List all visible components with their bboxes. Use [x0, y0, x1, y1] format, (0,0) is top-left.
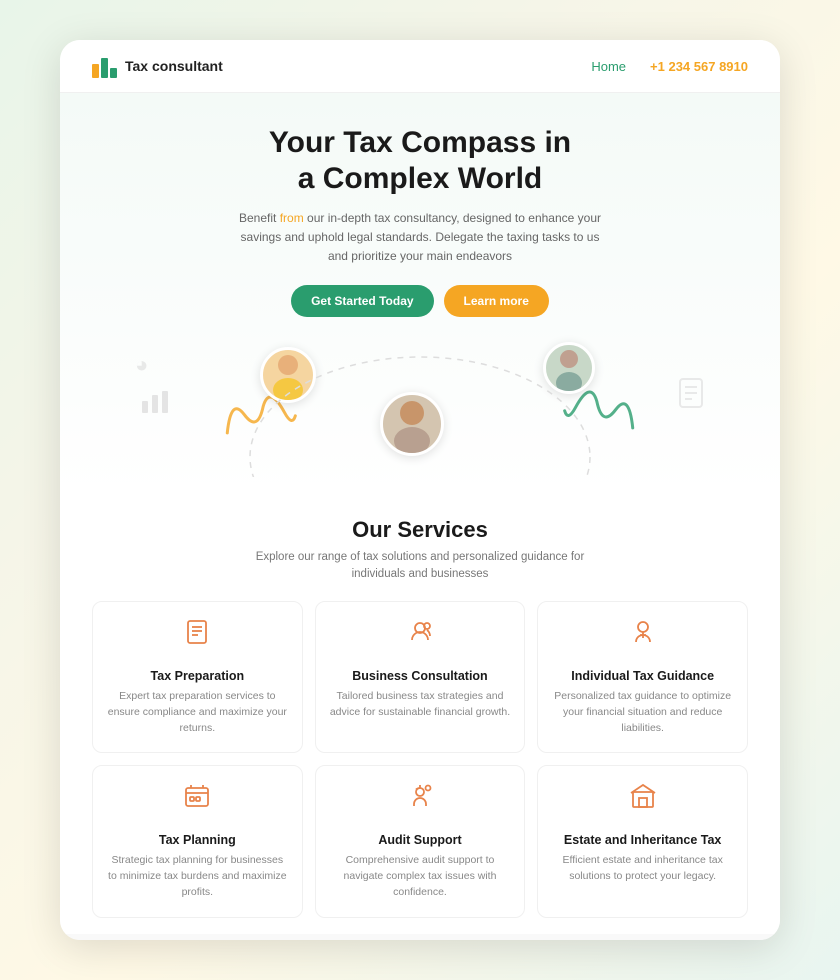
service-desc-0: Expert tax preparation services to ensur… — [107, 689, 288, 736]
nav-area: Home +1 234 567 8910 — [591, 59, 748, 74]
discover-section: Discover Our Story — [60, 934, 780, 940]
service-card-tax-preparation: Tax Preparation Expert tax preparation s… — [92, 601, 303, 753]
service-card-audit-support: Audit Support Comprehensive audit suppor… — [315, 765, 526, 917]
avatar-2 — [380, 392, 444, 456]
estate-tax-icon — [552, 782, 733, 825]
services-section: Our Services Explore our range of tax so… — [60, 493, 780, 934]
business-consultation-icon — [330, 618, 511, 661]
service-name-1: Business Consultation — [330, 669, 511, 683]
nav-phone: +1 234 567 8910 — [650, 59, 748, 74]
audit-support-icon — [330, 782, 511, 825]
service-desc-3: Strategic tax planning for businesses to… — [107, 853, 288, 900]
logo-bar-3 — [110, 68, 117, 78]
service-card-estate-tax: Estate and Inheritance Tax Efficient est… — [537, 765, 748, 917]
deco-pie-icon: ◕ — [135, 352, 148, 378]
service-name-3: Tax Planning — [107, 833, 288, 847]
avatar-1 — [260, 347, 316, 403]
services-grid: Tax Preparation Expert tax preparation s… — [92, 601, 748, 918]
hero-section: Your Tax Compass in a Complex World Bene… — [60, 93, 780, 493]
browser-card: Tax consultant Home +1 234 567 8910 Your… — [60, 40, 780, 940]
logo-area: Tax consultant — [92, 54, 223, 78]
service-desc-1: Tailored business tax strategies and adv… — [330, 689, 511, 721]
service-desc-5: Efficient estate and inheritance tax sol… — [552, 853, 733, 885]
get-started-button[interactable]: Get Started Today — [291, 285, 433, 317]
individual-tax-icon — [552, 618, 733, 661]
logo-icon — [92, 54, 117, 78]
tax-planning-icon — [107, 782, 288, 825]
nav-home-link[interactable]: Home — [591, 59, 626, 74]
avatar-3 — [543, 342, 595, 394]
service-name-5: Estate and Inheritance Tax — [552, 833, 733, 847]
service-desc-4: Comprehensive audit support to navigate … — [330, 853, 511, 900]
hero-title: Your Tax Compass in a Complex World — [80, 125, 760, 197]
service-name-4: Audit Support — [330, 833, 511, 847]
hero-visuals: ◕ — [80, 337, 760, 477]
services-title: Our Services — [92, 517, 748, 543]
logo-bar-1 — [92, 64, 99, 78]
service-name-2: Individual Tax Guidance — [552, 669, 733, 683]
deco-doc-icon — [677, 377, 705, 416]
services-subtitle: Explore our range of tax solutions and p… — [250, 549, 590, 584]
service-desc-2: Personalized tax guidance to optimize yo… — [552, 689, 733, 736]
service-card-tax-planning: Tax Planning Strategic tax planning for … — [92, 765, 303, 917]
learn-more-button[interactable]: Learn more — [444, 285, 549, 317]
hero-subtitle: Benefit from our in-depth tax consultanc… — [230, 209, 610, 267]
hero-buttons: Get Started Today Learn more — [80, 285, 760, 317]
service-name-0: Tax Preparation — [107, 669, 288, 683]
deco-bar-chart-icon — [140, 387, 172, 423]
logo-bar-2 — [101, 58, 108, 78]
header: Tax consultant Home +1 234 567 8910 — [60, 40, 780, 93]
service-card-individual-tax: Individual Tax Guidance Personalized tax… — [537, 601, 748, 753]
service-card-business-consultation: Business Consultation Tailored business … — [315, 601, 526, 753]
logo-text: Tax consultant — [125, 58, 223, 74]
tax-preparation-icon — [107, 618, 288, 661]
